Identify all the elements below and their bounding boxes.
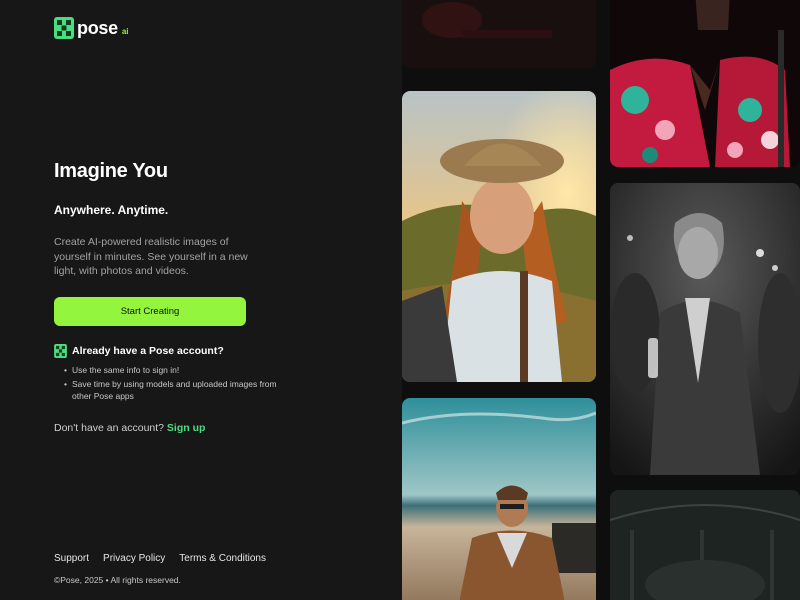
photo-man-beach: [402, 398, 596, 600]
start-creating-button[interactable]: Start Creating: [54, 297, 246, 326]
photo-gallery: [402, 0, 800, 600]
photo-woman-hat-sunset: [402, 91, 596, 382]
photo-floral-shirt-man: [610, 0, 800, 167]
signup-link[interactable]: Sign up: [167, 422, 206, 434]
pose-logo-icon: [54, 344, 67, 358]
signup-row: Don't have an account? Sign up: [54, 422, 205, 434]
photo-dark-bottom: [610, 490, 800, 600]
pose-logo-icon: [54, 17, 74, 39]
copyright: ©Pose, 2025 • All rights reserved.: [54, 575, 181, 585]
brand-suffix: ai: [121, 26, 129, 36]
account-info: Already have a Pose account? Use the sam…: [54, 344, 284, 404]
footer-link-support[interactable]: Support: [54, 553, 89, 564]
footer-link-privacy[interactable]: Privacy Policy: [103, 553, 165, 564]
hero-description: Create AI-powered realistic images of yo…: [54, 236, 248, 277]
signup-prompt: Don't have an account?: [54, 422, 164, 434]
photo-man-bw-party: [610, 183, 800, 475]
account-title: Already have a Pose account?: [72, 345, 224, 357]
photo-dark-top: [402, 0, 596, 68]
footer-link-terms[interactable]: Terms & Conditions: [179, 553, 266, 564]
left-panel: pose ai Imagine You Anywhere. Anytime. C…: [0, 0, 402, 600]
footer-links: Support Privacy Policy Terms & Condition…: [54, 553, 266, 564]
list-item: Save time by using models and uploaded i…: [64, 378, 284, 403]
brand-name: pose: [77, 17, 118, 38]
account-bullets: Use the same info to sign in! Save time …: [54, 364, 284, 403]
page-subtitle: Anywhere. Anytime.: [54, 203, 169, 217]
list-item: Use the same info to sign in!: [64, 364, 284, 377]
brand-logo[interactable]: pose ai: [54, 17, 128, 39]
page-title: Imagine You: [54, 160, 168, 182]
